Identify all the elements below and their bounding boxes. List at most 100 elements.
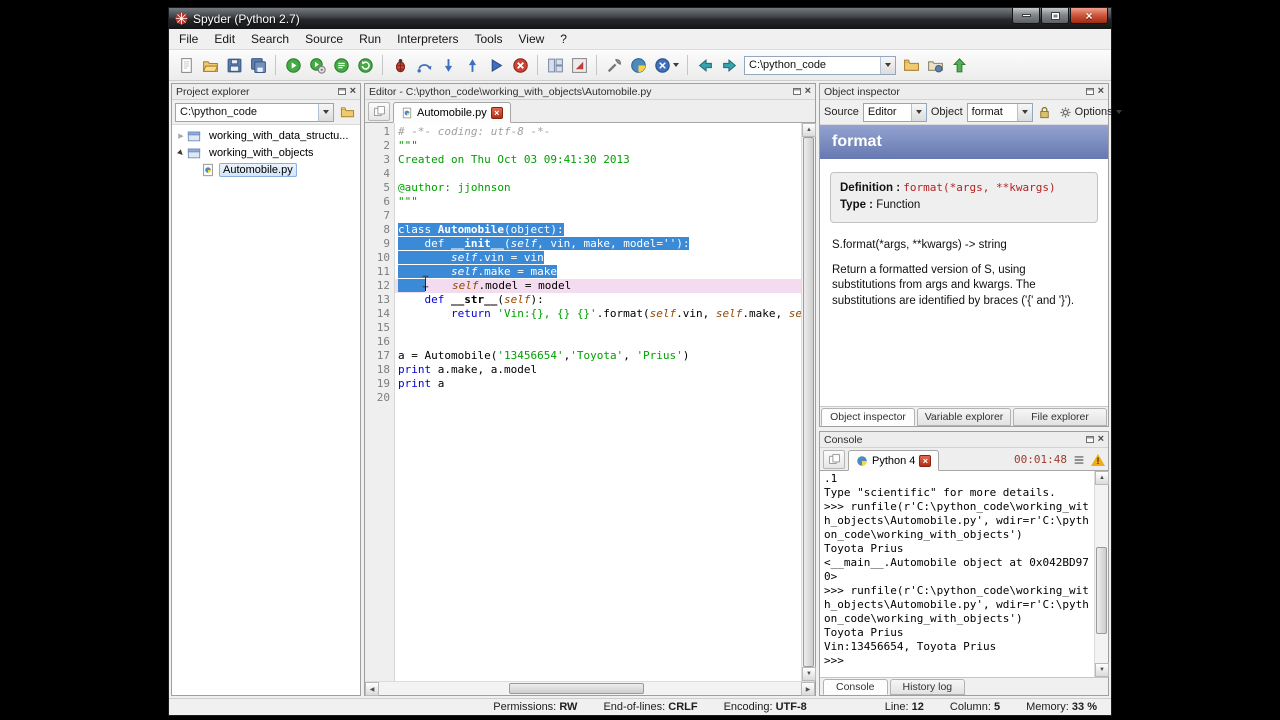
run-settings-button[interactable] [305,53,329,77]
forward-button[interactable] [717,53,741,77]
browse-project-folder-button[interactable] [337,102,357,122]
menu-help[interactable]: ? [552,30,575,48]
editor-panel: Editor - C:\python_code\working_with_obj… [364,83,816,696]
save-all-button[interactable] [246,53,270,77]
chevron-down-icon[interactable] [318,103,333,121]
title-bar[interactable]: Spyder (Python 2.7) × [169,8,1111,29]
tree-expand-icon[interactable]: ▶ [176,132,186,140]
set-console-directory-button[interactable] [923,53,947,77]
minimize-button[interactable] [1012,8,1040,24]
stop-button[interactable] [508,53,532,77]
console-tab-python4[interactable]: Python 4 × [848,450,940,471]
scroll-down-arrow[interactable]: ▼ [802,667,816,681]
scroll-down-arrow[interactable]: ▼ [1095,663,1109,677]
project-tree: ▶ working_with_data_structu... ▶ working_wi… [172,125,360,695]
debug-continue-button[interactable] [484,53,508,77]
run-selection-button[interactable] [329,53,353,77]
project-path-combo[interactable]: C:\python_code [175,102,334,122]
chevron-down-icon [672,63,679,67]
tree-item[interactable]: Automobile.py [172,161,360,178]
editor-tab-automobile[interactable]: Automobile.py × [393,102,511,123]
menu-file[interactable]: File [171,30,206,48]
tab-file-explorer[interactable]: File explorer [1013,408,1107,426]
console-menu-button[interactable] [823,450,845,469]
menu-tools[interactable]: Tools [466,30,510,48]
chevron-down-icon[interactable] [1016,103,1032,121]
code-line: a = Automobile('13456654','Toyota', 'Pri… [398,349,690,362]
browse-working-directory-button[interactable] [899,53,923,77]
close-panel-icon[interactable]: × [1098,434,1104,445]
working-directory-combo[interactable]: C:\python_code [744,55,896,75]
menu-view[interactable]: View [510,30,552,48]
tab-console[interactable]: Console [823,679,888,695]
layout-grid-button[interactable] [543,53,567,77]
doc-viewer: format Definition : format(*args, **kwar… [820,125,1108,406]
parent-directory-button[interactable] [947,53,971,77]
maximize-button[interactable] [1041,8,1069,24]
console-line: on_code\working_with_objects') [824,612,1023,625]
step-into-button[interactable] [436,53,460,77]
definition-signature: format(*args, **kwargs) [903,181,1056,194]
preferences-button[interactable] [602,53,626,77]
step-over-button[interactable] [412,53,436,77]
editor-horizontal-scrollbar[interactable]: ◀ ▶ [365,681,815,696]
chevron-down-icon[interactable] [880,56,895,74]
scroll-left-arrow[interactable]: ◀ [365,682,379,696]
python-path-manager-button[interactable] [626,53,650,77]
source-combo[interactable]: Editor [862,102,927,122]
tab-history-log[interactable]: History log [889,679,966,695]
chevron-down-icon[interactable] [910,103,926,121]
menu-source[interactable]: Source [297,30,351,48]
console-options-icon[interactable] [1070,451,1088,469]
close-tab-button[interactable]: × [490,106,503,119]
save-button[interactable] [222,53,246,77]
status-memory: Memory: 33 % [1026,701,1097,713]
menu-interpreters[interactable]: Interpreters [389,30,466,48]
step-out-button[interactable] [460,53,484,77]
scrollbar-thumb[interactable] [1096,547,1107,634]
new-file-button[interactable] [174,53,198,77]
browse-tabs-button[interactable] [368,102,390,121]
close-console-tab-button[interactable]: × [919,454,932,467]
scrollbar-thumb[interactable] [509,683,644,694]
maximize-pane-button[interactable] [567,53,591,77]
toolbar-separator [687,55,688,75]
editor-vertical-scrollbar[interactable]: ▲ ▼ [801,123,816,681]
undock-panel-icon[interactable] [792,88,801,95]
chevron-down-icon [1115,110,1122,114]
close-button[interactable]: × [1070,8,1108,24]
tree-expand-icon[interactable]: ▶ [175,146,188,159]
close-panel-icon[interactable]: × [1098,86,1104,97]
scrollbar-thumb[interactable] [803,137,814,667]
tab-variable-explorer[interactable]: Variable explorer [917,408,1011,426]
undock-panel-icon[interactable] [1085,436,1094,443]
close-panel-icon[interactable]: × [805,86,811,97]
undock-panel-icon[interactable] [337,88,346,95]
undock-panel-icon[interactable] [1085,88,1094,95]
close-panel-icon[interactable]: × [350,86,356,97]
back-button[interactable] [693,53,717,77]
run-button[interactable] [281,53,305,77]
debug-button[interactable] [388,53,412,77]
object-combo[interactable]: format [966,102,1033,122]
scroll-up-arrow[interactable]: ▲ [1095,471,1109,485]
scroll-up-arrow[interactable]: ▲ [802,123,816,137]
interpreter-button[interactable] [650,53,682,77]
code-area[interactable]: # -*- coding: utf-8 -*- """ Created on Thu… [395,123,801,681]
console-scrollbar[interactable]: ▲ ▼ [1094,471,1109,677]
scroll-right-arrow[interactable]: ▶ [801,682,815,696]
options-button[interactable]: Options [1056,104,1125,121]
interpreter-icon [654,57,671,74]
editor-tab-label: Automobile.py [417,106,487,119]
tab-object-inspector[interactable]: Object inspector [821,408,915,426]
menu-edit[interactable]: Edit [206,30,243,48]
preferences-icon [606,57,623,74]
open-file-button[interactable] [198,53,222,77]
menu-search[interactable]: Search [243,30,297,48]
tree-item[interactable]: ▶ working_with_data_structu... [172,127,360,144]
menu-run[interactable]: Run [351,30,389,48]
console-output[interactable]: .1 Type "scientific" for more details. >>>… [820,471,1094,677]
tree-item[interactable]: ▶ working_with_objects [172,144,360,161]
rerun-button[interactable] [353,53,377,77]
lock-button[interactable] [1037,102,1052,122]
